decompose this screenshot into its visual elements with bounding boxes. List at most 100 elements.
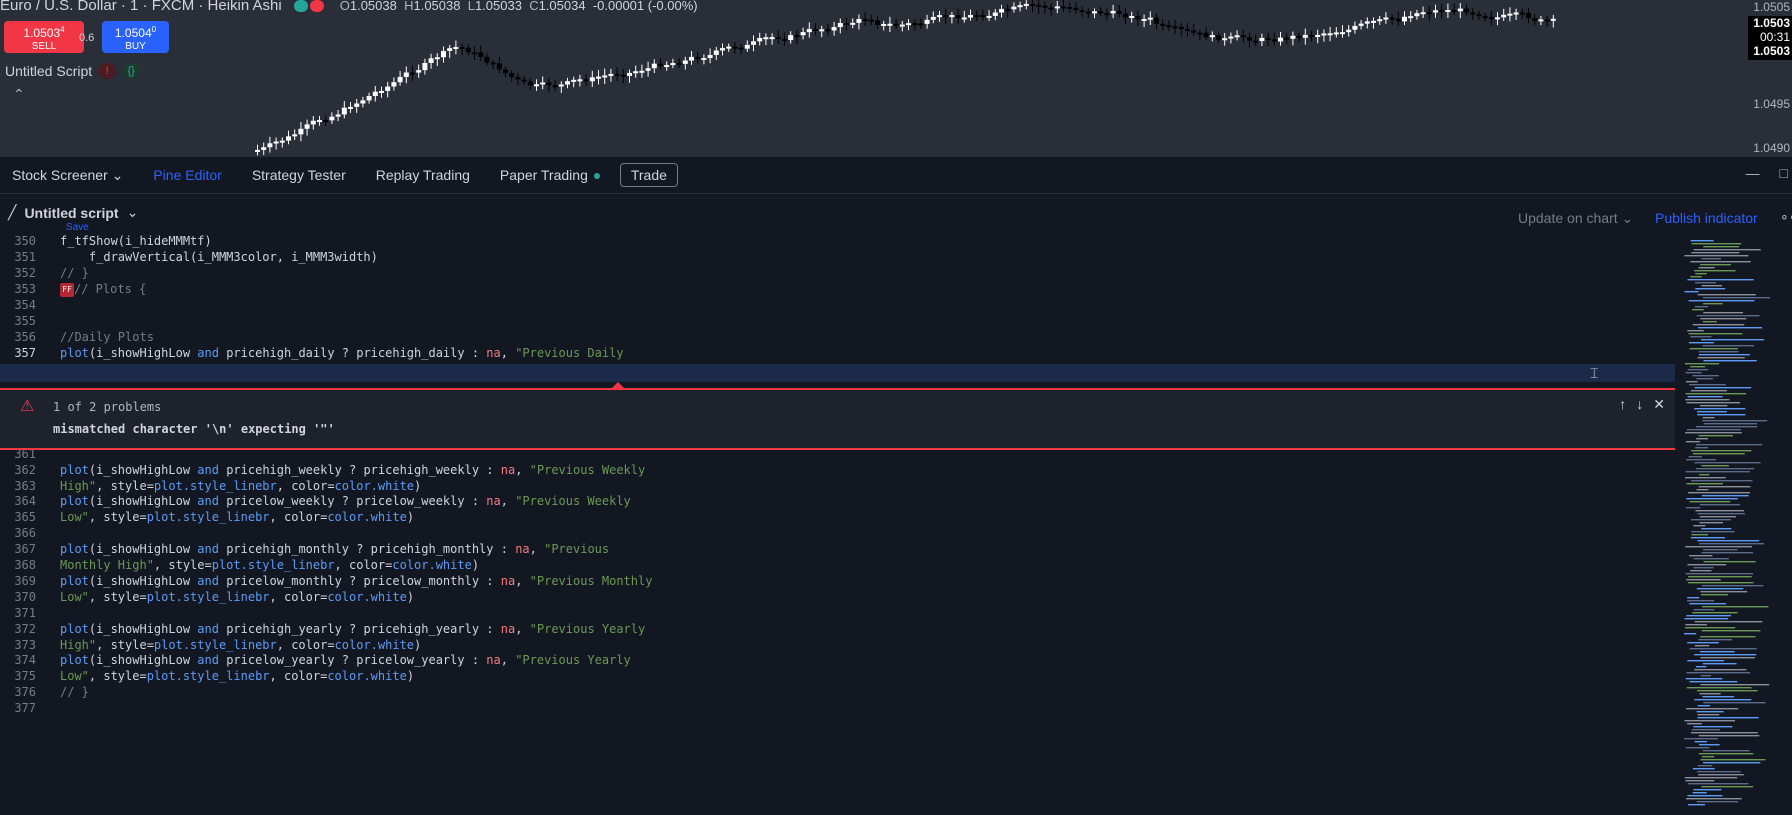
code-editor[interactable]: 350 f_tfShow(i_hideMMMtf) 351 f_drawVertic…: [0, 234, 1680, 810]
code-line[interactable]: //Daily Plots: [60, 330, 154, 344]
minimap-line: [1701, 339, 1765, 341]
indicator-name[interactable]: Untitled Script: [5, 63, 92, 79]
close-icon[interactable]: ✕: [1653, 396, 1665, 413]
candle-body: [899, 24, 905, 27]
candle-body: [540, 82, 546, 85]
minimap-line: [1694, 462, 1761, 464]
minimap-line: [1692, 309, 1704, 311]
line-number: 370: [14, 589, 36, 604]
minimize-icon[interactable]: —: [1746, 165, 1760, 181]
symbol-header: Euro / U.S. Dollar · 1 · FXCM · Heikin A…: [0, 0, 698, 14]
candle-body: [422, 63, 428, 71]
code-line[interactable]: FF// Plots {: [60, 282, 146, 297]
candle-body: [304, 124, 310, 129]
tab-stock-screener[interactable]: Stock Screener ⌄: [12, 167, 123, 184]
symbol-title[interactable]: Euro / U.S. Dollar · 1 · FXCM · Heikin A…: [0, 0, 282, 14]
minimap-line: [1699, 693, 1721, 695]
code-minimap[interactable]: [1680, 236, 1792, 810]
change-readout: -0.00001 (-0.00%): [592, 0, 698, 13]
minimap-line: [1686, 429, 1741, 431]
code-line[interactable]: Monthly High", style=plot.style_linebr, …: [60, 558, 479, 572]
minimap-line: [1702, 696, 1735, 698]
minimap-line: [1691, 732, 1758, 734]
market-status-icon[interactable]: [293, 0, 308, 12]
previous-problem-icon[interactable]: ↑: [1619, 396, 1626, 413]
code-line[interactable]: // }: [60, 685, 89, 699]
minimap-line: [1699, 543, 1764, 545]
trade-button[interactable]: Trade: [619, 163, 678, 187]
buy-button[interactable]: 1.05040 BUY: [102, 21, 169, 53]
line-number: 351: [14, 250, 36, 264]
error-icon[interactable]: !: [98, 63, 117, 79]
code-line[interactable]: Low", style=plot.style_linebr, color=col…: [60, 669, 414, 683]
code-line[interactable]: plot(i_showHighLow and pricelow_monthly …: [60, 574, 652, 588]
minimap-line: [1701, 630, 1761, 632]
code-line[interactable]: f_tfShow(i_hideMMMtf): [60, 234, 212, 248]
minimap-line: [1703, 762, 1761, 764]
more-options-icon[interactable]: ∘∘: [1780, 208, 1792, 225]
minimap-line: [1698, 486, 1751, 488]
chevron-down-icon[interactable]: ⌄: [112, 167, 124, 183]
line-number: 373: [14, 637, 36, 652]
minimap-line: [1698, 351, 1739, 353]
code-line[interactable]: Low", style=plot.style_linebr, color=col…: [60, 510, 414, 524]
minimap-line: [1700, 594, 1728, 596]
candle-body: [1228, 36, 1234, 39]
minimap-line: [1698, 735, 1760, 737]
minimap-line: [1701, 528, 1732, 530]
minimap-line: [1684, 255, 1749, 257]
collapse-legend-icon[interactable]: ⌃: [13, 86, 25, 103]
code-line[interactable]: plot(i_showHighLow and pricelow_weekly ?…: [60, 494, 631, 508]
code-line[interactable]: // }: [60, 266, 89, 280]
sell-button[interactable]: 1.05034 SELL: [4, 21, 84, 53]
warning-icon: ⚠: [20, 398, 35, 415]
code-line[interactable]: High", style=plot.style_linebr, color=co…: [60, 479, 421, 493]
candle-body: [255, 149, 260, 152]
code-line[interactable]: Low", style=plot.style_linebr, color=col…: [60, 590, 414, 604]
code-line[interactable]: plot(i_showHighLow and pricelow_yearly ?…: [60, 653, 631, 667]
minimap-line: [1692, 375, 1719, 377]
minimap-line: [1688, 333, 1743, 335]
save-link[interactable]: Save: [66, 222, 89, 233]
script-title[interactable]: Untitled script: [24, 205, 118, 221]
publish-indicator-button[interactable]: Publish indicator: [1655, 210, 1758, 226]
minimap-line: [1694, 741, 1707, 743]
update-on-chart-button[interactable]: Update on chart ⌄: [1518, 210, 1633, 227]
minimap-line: [1695, 510, 1745, 512]
minimap-line: [1702, 663, 1737, 665]
candle-body: [1147, 17, 1153, 20]
candle-body: [1340, 32, 1345, 35]
chevron-down-icon[interactable]: ⌄: [127, 204, 139, 221]
price-chart[interactable]: Euro / U.S. Dollar · 1 · FXCM · Heikin A…: [0, 0, 1792, 156]
minimap-line: [1686, 798, 1742, 800]
code-line[interactable]: plot(i_showHighLow and pricehigh_daily ?…: [60, 346, 624, 360]
code-line[interactable]: plot(i_showHighLow and pricehigh_weekly …: [60, 463, 645, 477]
script-selector[interactable]: ╱ Untitled script ⌄: [8, 204, 138, 221]
tab-replay-trading[interactable]: Replay Trading: [376, 167, 470, 183]
minimap-line: [1689, 681, 1738, 683]
minimap-line: [1698, 639, 1732, 641]
tab-strategy-tester[interactable]: Strategy Tester: [252, 167, 346, 183]
next-problem-icon[interactable]: ↓: [1636, 396, 1643, 413]
candle-body: [1457, 8, 1463, 12]
minimap-line: [1687, 330, 1704, 332]
candle-body: [676, 63, 682, 66]
candle-body: [1389, 17, 1395, 20]
minimap-line: [1702, 321, 1717, 323]
minimap-line: [1701, 552, 1754, 554]
tab-paper-trading[interactable]: Paper Trading: [500, 167, 600, 183]
code-line[interactable]: High", style=plot.style_linebr, color=co…: [60, 638, 421, 652]
tab-pine-editor[interactable]: Pine Editor: [153, 167, 221, 183]
code-line[interactable]: plot(i_showHighLow and pricehigh_yearly …: [60, 622, 645, 636]
code-line[interactable]: plot(i_showHighLow and pricehigh_monthly…: [60, 542, 609, 556]
alert-status-icon[interactable]: [309, 0, 324, 12]
line-number: 354: [14, 298, 36, 312]
indicator-legend[interactable]: Untitled Script ! {}: [5, 63, 141, 79]
code-line[interactable]: f_drawVertical(i_MMM3color, i_MMM3width): [60, 250, 378, 264]
minimap-line: [1699, 522, 1723, 524]
source-code-icon[interactable]: {}: [122, 63, 141, 79]
minimap-line: [1688, 342, 1714, 344]
minimap-line: [1687, 396, 1723, 398]
maximize-icon[interactable]: □: [1780, 165, 1788, 181]
minimap-line: [1697, 690, 1758, 692]
